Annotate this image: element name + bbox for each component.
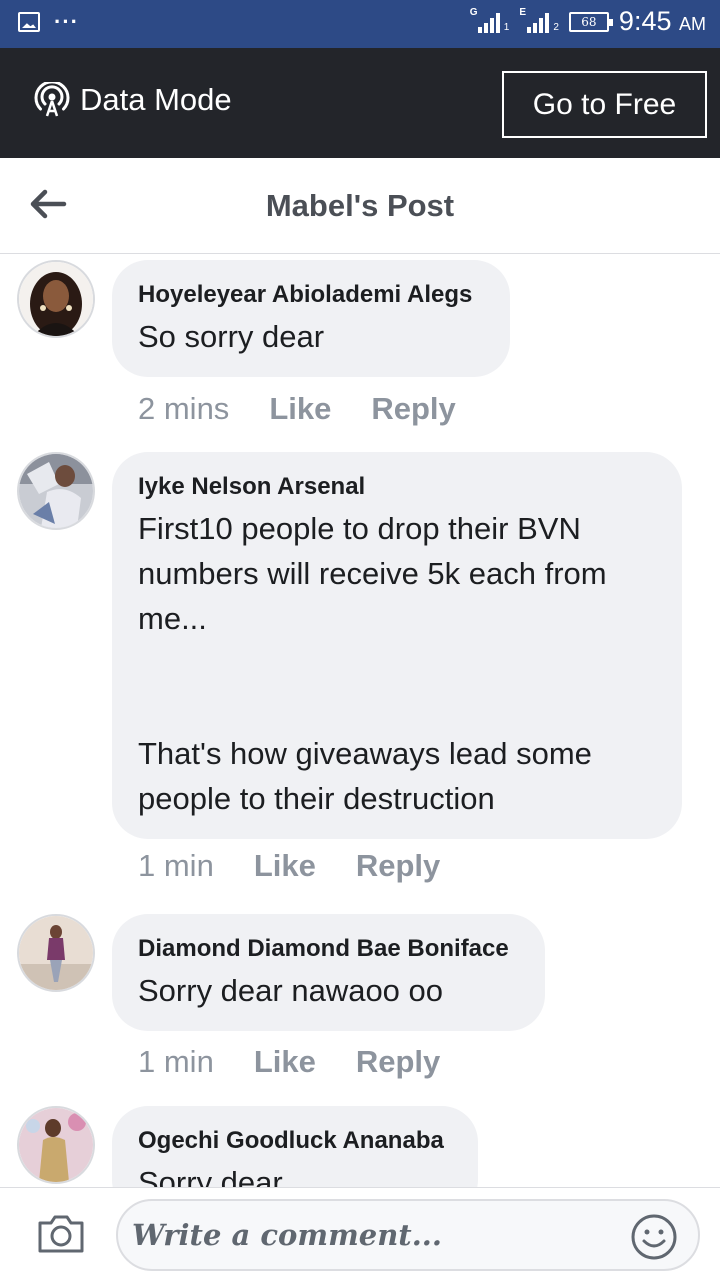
comment-bubble[interactable]: Iyke Nelson Arsenal First10 people to dr… [112, 452, 682, 839]
comment-actions: 1 min Like Reply [138, 1044, 440, 1080]
avatar[interactable] [17, 1106, 95, 1184]
comment-time: 1 min [138, 848, 214, 883]
comment-author[interactable]: Diamond Diamond Bae Boniface [138, 934, 519, 964]
page-title: Mabel's Post [265, 188, 455, 223]
reply-button[interactable]: Reply [356, 848, 440, 884]
avatar[interactable] [17, 452, 95, 530]
clock-time: 9:45 [618, 6, 672, 36]
comment-bubble[interactable]: Hoyeleyear Abiolademi Alegs So sorry dea… [112, 260, 510, 377]
network-type-1: G [469, 6, 478, 18]
comment-text: Sorry dear nawaoo oo [138, 973, 444, 1008]
post-header: Mabel's Post [0, 158, 720, 254]
battery-icon: 68 [568, 11, 613, 32]
emoji-icon[interactable] [630, 1213, 678, 1261]
comment-text: So sorry dear [138, 319, 325, 354]
broadcast-icon [34, 82, 70, 117]
comment-time: 2 mins [138, 391, 230, 426]
reply-button[interactable]: Reply [356, 1044, 440, 1080]
comment-bubble[interactable]: Diamond Diamond Bae Boniface Sorry dear … [112, 914, 545, 1031]
signal-icon: E 2 [519, 7, 559, 33]
camera-icon[interactable] [36, 1213, 86, 1255]
comment-author[interactable]: Hoyeleyear Abiolademi Alegs [138, 280, 484, 310]
comment-input-wrapper[interactable] [116, 1199, 700, 1271]
comment-input[interactable] [132, 1211, 622, 1259]
data-mode-label: Data Mode [80, 82, 232, 117]
clock-ampm: AM [679, 14, 706, 34]
comment-time: 1 min [138, 1044, 214, 1079]
more-dots-icon: ··· [54, 9, 79, 34]
like-button[interactable]: Like [254, 1044, 316, 1080]
comment-author[interactable]: Iyke Nelson Arsenal [138, 472, 656, 502]
avatar[interactable] [17, 914, 95, 992]
sim-slot-2: 2 [553, 21, 559, 33]
comment-author[interactable]: Ogechi Goodluck Ananaba [138, 1126, 452, 1156]
comment-list[interactable]: Hoyeleyear Abiolademi Alegs So sorry dea… [0, 255, 720, 1187]
data-mode-bar: Data Mode Go to Free [0, 48, 720, 158]
avatar[interactable] [17, 260, 95, 338]
image-icon [18, 12, 40, 32]
clock: 9:45 AM [619, 6, 706, 37]
comment-composer [0, 1187, 720, 1280]
network-type-2: E [519, 6, 527, 18]
battery-level: 68 [581, 14, 597, 29]
sim-slot-1: 1 [503, 21, 510, 33]
comment-text: First10 people to drop their BVN numbers… [138, 511, 607, 816]
comment-bubble[interactable]: Ogechi Goodluck Ananaba Sorry dear [112, 1106, 478, 1187]
reply-button[interactable]: Reply [371, 391, 455, 427]
like-button[interactable]: Like [254, 848, 316, 884]
status-bar: ··· G 1 E 2 68 9:45 AM [0, 0, 720, 48]
comment-actions: 2 mins Like Reply [138, 391, 456, 427]
comment-text: Sorry dear [138, 1165, 283, 1187]
signal-icon: G 1 [470, 7, 510, 33]
go-to-free-button[interactable]: Go to Free [502, 71, 707, 138]
comment-actions: 1 min Like Reply [138, 848, 440, 884]
like-button[interactable]: Like [269, 391, 331, 427]
